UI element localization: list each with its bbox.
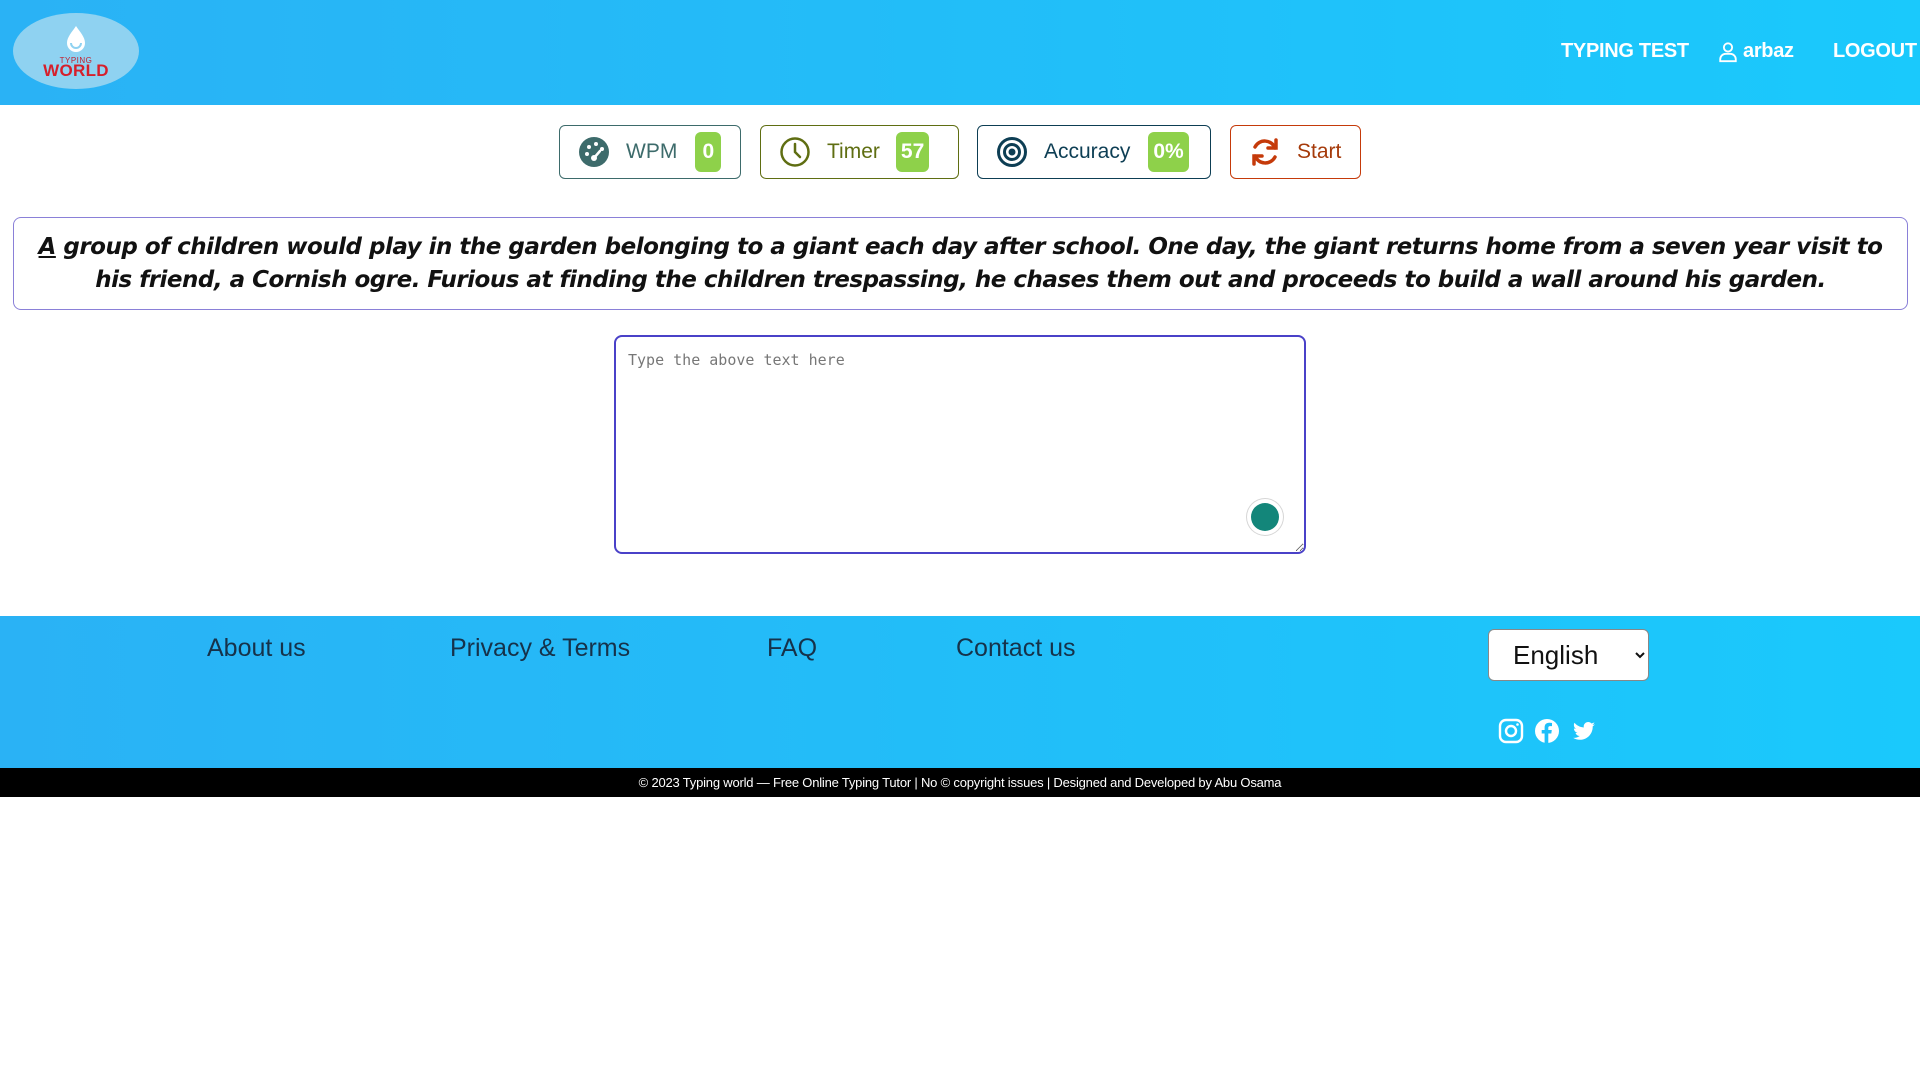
instagram-icon[interactable] (1498, 718, 1524, 744)
logout-button[interactable]: LOGOUT (1833, 40, 1917, 63)
gauge-icon (579, 137, 609, 167)
footer: About us Privacy & Terms FAQ Contact us … (0, 616, 1920, 768)
timer-stat: Timer 57 (760, 125, 959, 179)
refresh-icon (1252, 138, 1278, 166)
username: arbaz (1743, 40, 1794, 62)
nav-typing-test[interactable]: TYPING TEST (1561, 40, 1689, 63)
typing-world-logo[interactable]: TYPING WORLD (13, 13, 139, 89)
typing-input[interactable] (614, 335, 1306, 554)
drop-icon (67, 26, 85, 52)
header: TYPING WORLD TYPING TEST arbaz LOGOUT (0, 0, 1920, 105)
passage-box: A group of children would play in the ga… (13, 217, 1908, 310)
grammar-check-icon (1251, 503, 1279, 531)
nav-user[interactable]: arbaz (1717, 40, 1794, 63)
start-label: Start (1297, 140, 1342, 163)
footer-link-about[interactable]: About us (207, 634, 306, 663)
wpm-label: WPM (626, 140, 678, 163)
twitter-icon[interactable] (1571, 718, 1597, 744)
accuracy-value: 0% (1148, 132, 1189, 172)
current-word: A (38, 233, 57, 260)
passage-rest: group of children would play in the gard… (55, 233, 1883, 293)
footer-link-faq[interactable]: FAQ (767, 634, 817, 663)
wpm-stat: WPM 0 (559, 125, 741, 179)
footer-link-contact[interactable]: Contact us (956, 634, 1076, 663)
timer-label: Timer (827, 140, 880, 163)
copyright-bar: © 2023 Typing world — Free Online Typing… (0, 768, 1920, 797)
user-icon (1719, 41, 1737, 62)
passage-text: A group of children would play in the ga… (28, 231, 1893, 297)
target-icon (997, 137, 1027, 167)
timer-value: 57 (895, 132, 930, 172)
wpm-value: 0 (695, 132, 722, 172)
grammarly-badge[interactable] (1247, 499, 1283, 535)
facebook-icon[interactable] (1534, 718, 1560, 744)
start-button[interactable]: Start (1230, 125, 1361, 179)
clock-icon (780, 137, 810, 167)
footer-link-privacy-terms[interactable]: Privacy & Terms (450, 634, 630, 663)
logo-main-text: WORLD (43, 61, 109, 80)
accuracy-stat: Accuracy 0% (977, 125, 1211, 179)
accuracy-label: Accuracy (1044, 140, 1131, 163)
language-select[interactable]: English (1488, 629, 1649, 681)
